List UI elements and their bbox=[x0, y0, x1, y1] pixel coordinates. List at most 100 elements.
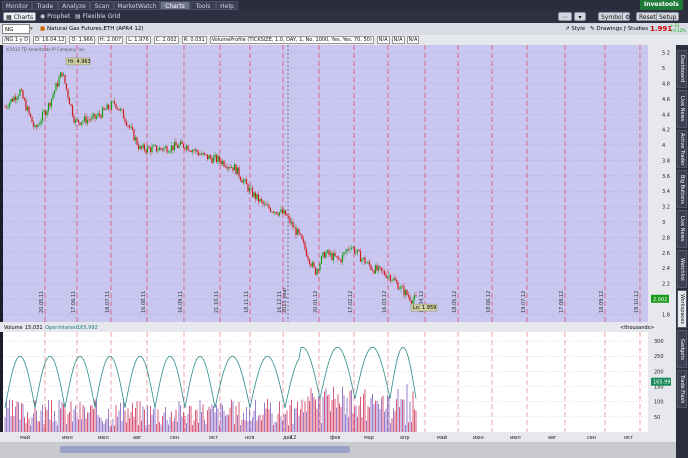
candle-body bbox=[308, 259, 311, 264]
volume-bar bbox=[63, 403, 64, 432]
volume-bar bbox=[103, 423, 105, 432]
candle-body bbox=[112, 101, 114, 102]
right-tab-active-trader[interactable]: Active Trader bbox=[677, 130, 687, 168]
upper-plot-area bbox=[3, 45, 648, 322]
right-tab-watchlist[interactable]: Watchlist bbox=[677, 250, 687, 288]
volume-bar bbox=[61, 401, 63, 432]
candle-body bbox=[215, 154, 218, 163]
volume-bar bbox=[414, 409, 415, 432]
tab-charts[interactable]: Charts bbox=[160, 1, 190, 10]
volume-bar bbox=[274, 421, 276, 432]
symbol-dropdown-icon[interactable]: ▾ bbox=[30, 24, 33, 34]
style-menu[interactable]: ↗ Style bbox=[565, 24, 585, 34]
volume-bar bbox=[6, 400, 7, 432]
volume-bar bbox=[243, 412, 244, 432]
month-label: авг bbox=[548, 435, 557, 441]
volume-bar bbox=[195, 410, 196, 432]
volume-bar bbox=[358, 405, 360, 432]
volume-bar bbox=[214, 412, 216, 432]
settings-gear-icon[interactable]: ⚙ bbox=[622, 12, 630, 21]
candle-body bbox=[353, 247, 356, 254]
volume-bar bbox=[175, 409, 177, 432]
symbol-input[interactable]: NG bbox=[2, 24, 30, 34]
candle-body bbox=[377, 266, 380, 271]
volume-bar bbox=[412, 391, 414, 432]
volume-bar bbox=[48, 399, 49, 432]
candle-body bbox=[154, 145, 156, 146]
right-tab-trade-flash[interactable]: Trade Flash bbox=[677, 370, 687, 408]
tab-monitor[interactable]: Monitor bbox=[2, 1, 32, 10]
candle-body bbox=[179, 141, 182, 145]
month-label: июн bbox=[62, 435, 73, 441]
date-label: 18.06.12 bbox=[486, 291, 492, 313]
tab-trade[interactable]: Trade bbox=[32, 1, 58, 10]
price-chart[interactable]: 5.2 5 4.8 4.6 4.4 4.2 4 3.8 3.6 3.4 3.2 3 2.8 2.6 2.4 2… bbox=[0, 45, 676, 458]
volume-bar bbox=[93, 409, 94, 432]
volume-bar bbox=[189, 405, 190, 432]
candle-body bbox=[211, 158, 213, 163]
volume-bar bbox=[166, 419, 168, 432]
price-tick-label: 2.6 bbox=[662, 251, 670, 257]
candle-body bbox=[104, 109, 107, 111]
tab-scan[interactable]: Scan bbox=[90, 1, 114, 10]
candle-body bbox=[23, 98, 26, 101]
prophet-subtab[interactable]: ◉ Prophet bbox=[40, 12, 70, 21]
flexible-grid-subtab[interactable]: ▤ Flexible Grid bbox=[75, 12, 120, 21]
volume-bar bbox=[387, 394, 388, 432]
candle-body bbox=[164, 146, 167, 148]
volume-bar bbox=[339, 403, 340, 432]
open-interest-label: OpenInterest bbox=[45, 325, 78, 331]
volume-bar bbox=[169, 416, 171, 432]
candle-body bbox=[26, 106, 29, 111]
candle-body bbox=[191, 150, 194, 153]
right-tab-workspaces[interactable]: Workspaces bbox=[677, 290, 687, 328]
volume-bar bbox=[285, 413, 286, 432]
volume-bar bbox=[171, 411, 172, 432]
na-field: N/A bbox=[391, 36, 405, 44]
volume-bar bbox=[292, 424, 294, 432]
candle-body bbox=[71, 105, 74, 116]
volume-bar bbox=[156, 424, 157, 432]
right-tab-live-news-feed[interactable]: Live News Feed bbox=[677, 210, 687, 248]
tab-tools[interactable]: Tools bbox=[190, 1, 216, 10]
tab-marketwatch[interactable]: MarketWatch bbox=[114, 1, 160, 10]
candle-body bbox=[125, 121, 128, 126]
candle-body bbox=[115, 103, 117, 109]
volume-bar bbox=[118, 410, 120, 432]
study-label[interactable]: VolumeProfile (TICKSIZE, 1.0, DAY, 1, No… bbox=[209, 36, 374, 44]
time-scrollbar-thumb[interactable] bbox=[60, 446, 350, 453]
setup-button[interactable]: Setup bbox=[656, 12, 680, 21]
volume-bar bbox=[378, 403, 379, 432]
right-tab-live-news[interactable]: Live News bbox=[677, 90, 687, 128]
link-menu-button[interactable]: ⋯ bbox=[558, 12, 572, 21]
volume-bar bbox=[298, 416, 300, 432]
drawings-menu[interactable]: ✎ Drawings bbox=[590, 24, 622, 34]
charts-subtab[interactable]: ▦ Charts bbox=[3, 12, 37, 21]
right-tab-dashboard[interactable]: Dashboard bbox=[677, 50, 687, 88]
volume-bar bbox=[66, 424, 67, 432]
candle-body bbox=[157, 150, 159, 152]
layout-button[interactable]: ▾ bbox=[574, 12, 586, 21]
candle-body bbox=[343, 252, 345, 255]
candle-body bbox=[29, 113, 32, 117]
volume-bar bbox=[351, 389, 352, 432]
volume-bar bbox=[78, 419, 79, 432]
volume-bar bbox=[163, 412, 165, 432]
candle-body bbox=[44, 111, 47, 116]
tab-analyze[interactable]: Analyze bbox=[58, 1, 90, 10]
lower-last-tag: 165.99 bbox=[653, 380, 671, 386]
candle-body bbox=[95, 116, 98, 119]
ohlc-field: C: 2.002 bbox=[153, 36, 179, 44]
right-tab-big-buttons[interactable]: Big Buttons bbox=[677, 170, 687, 208]
volume-bar bbox=[202, 404, 204, 432]
candle-body bbox=[325, 252, 327, 258]
volume-bar bbox=[276, 422, 277, 432]
candle-body bbox=[209, 155, 212, 159]
tab-help[interactable]: Help bbox=[216, 1, 238, 10]
volume-bar bbox=[204, 419, 205, 432]
studies-menu[interactable]: ƒ Studies bbox=[624, 24, 648, 34]
volume-bar bbox=[402, 399, 403, 432]
right-tab-gadgets[interactable]: Gadgets bbox=[677, 330, 687, 368]
candle-body bbox=[244, 179, 246, 181]
volume-bar bbox=[81, 419, 82, 432]
